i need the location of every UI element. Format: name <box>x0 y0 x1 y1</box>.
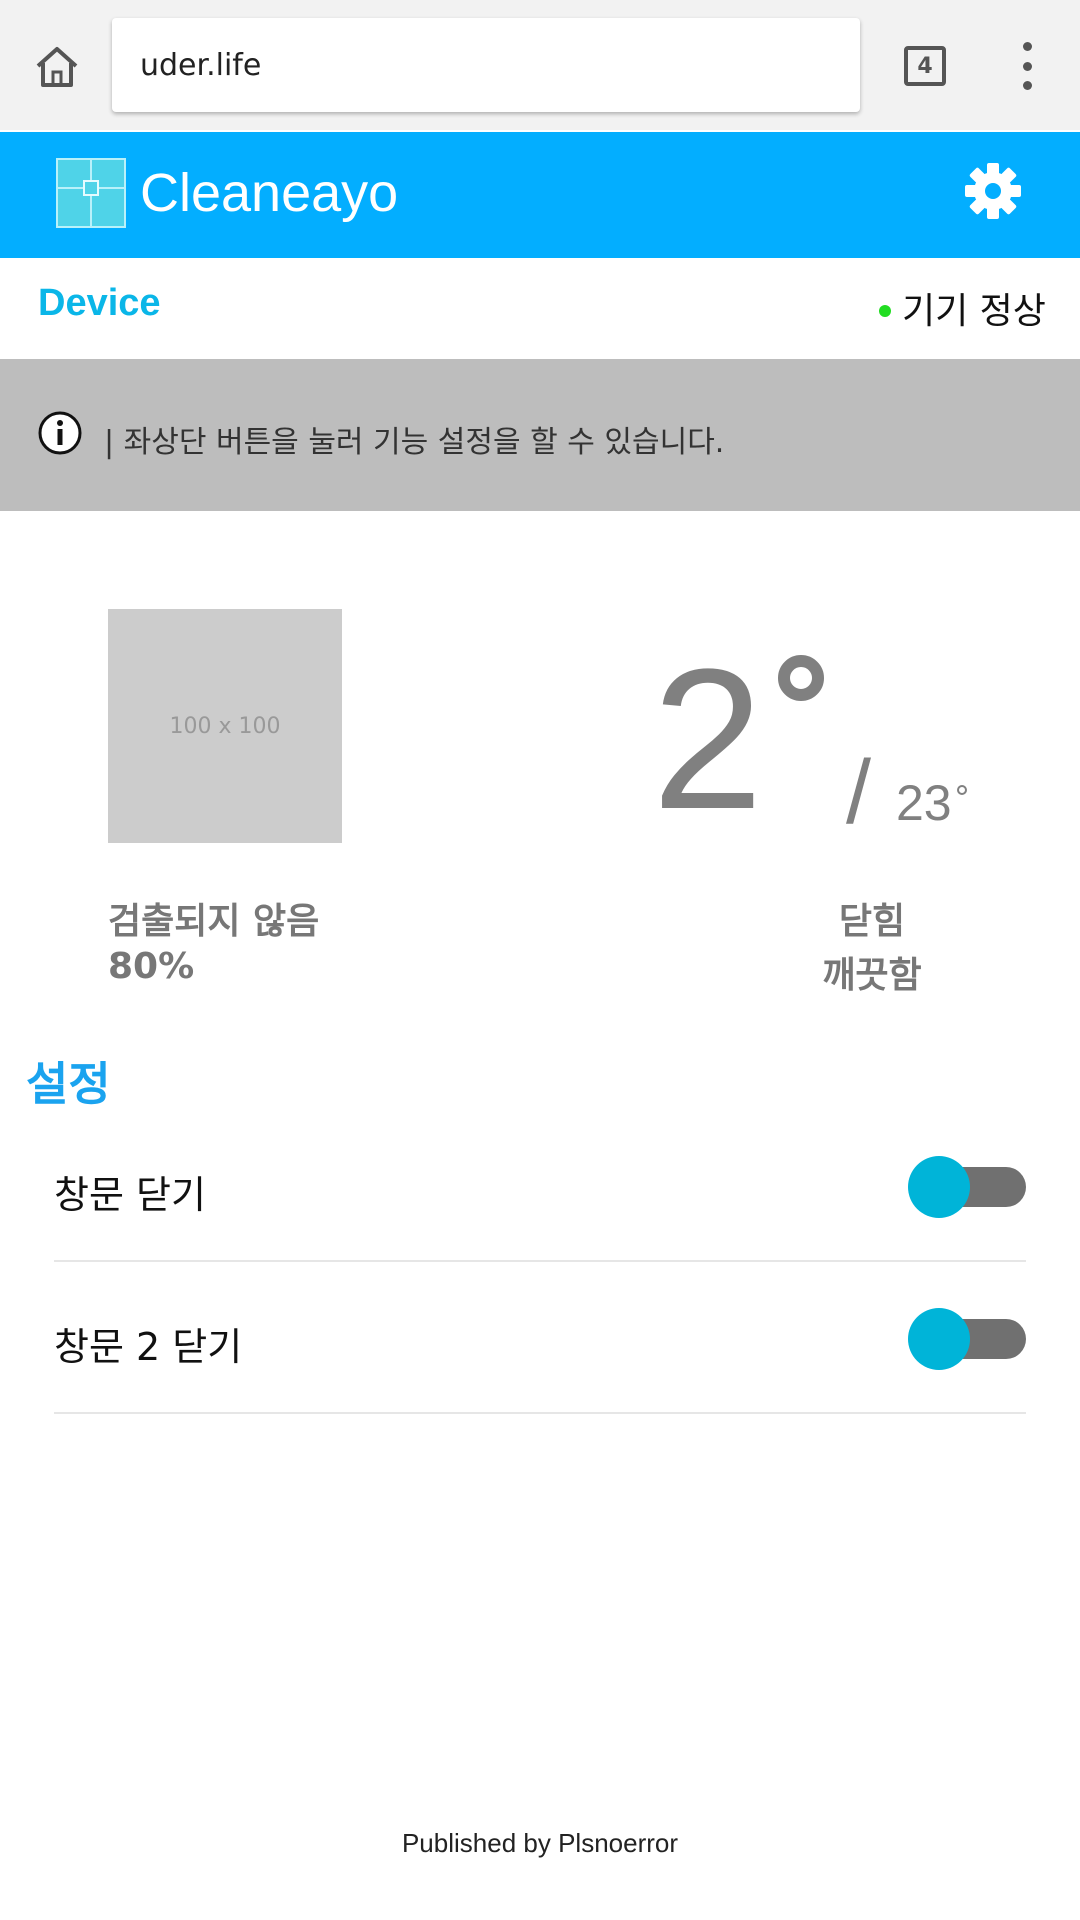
info-icon <box>37 410 83 456</box>
placeholder-text: 100 x 100 <box>169 713 281 739</box>
app-title: Cleaneayo <box>140 163 399 223</box>
divider <box>54 1260 1026 1262</box>
toggle-close-window-2[interactable] <box>908 1308 1028 1370</box>
app-logo <box>56 158 126 228</box>
setting-label-close-window-1: 창문 닫기 <box>54 1173 206 1217</box>
tabs-button[interactable]: 4 <box>904 46 946 86</box>
more-vert-icon[interactable] <box>1012 42 1042 90</box>
detection-status: 검출되지 않음 <box>108 901 320 942</box>
setting-label-close-window-2: 창문 2 닫기 <box>54 1325 243 1369</box>
window-state: 닫힘 <box>838 901 906 942</box>
degree-icon <box>778 655 824 701</box>
address-bar[interactable]: uder.life <box>112 18 860 112</box>
device-label: Device <box>38 282 161 324</box>
detection-percent: 80% <box>108 946 195 987</box>
toggle-knob <box>908 1308 970 1370</box>
sensor-image: 100 x 100 <box>108 609 342 843</box>
toggle-close-window-1[interactable] <box>908 1156 1028 1218</box>
home-button[interactable] <box>30 40 84 94</box>
temperature-separator: / <box>846 743 872 843</box>
settings-button[interactable] <box>960 158 1026 224</box>
footer-credit: Published by Plsnoerror <box>401 1828 679 1858</box>
status-dot-icon <box>879 305 891 317</box>
info-text: | 좌상단 버튼을 눌러 기능 설정을 할 수 있습니다. <box>104 425 725 460</box>
divider <box>54 1412 1026 1414</box>
gear-icon <box>965 163 1021 219</box>
target-temperature: 23 <box>896 775 952 831</box>
home-icon <box>36 47 78 87</box>
device-status: 기기 정상 <box>902 291 1046 332</box>
tab-count: 4 <box>917 53 933 79</box>
degree-small-icon <box>957 785 967 795</box>
current-temperature: 2 <box>652 628 764 851</box>
url-text: uder.life <box>140 47 262 83</box>
air-quality-state: 깨끗함 <box>822 955 922 996</box>
toggle-knob <box>908 1156 970 1218</box>
settings-heading: 설정 <box>26 1057 111 1111</box>
